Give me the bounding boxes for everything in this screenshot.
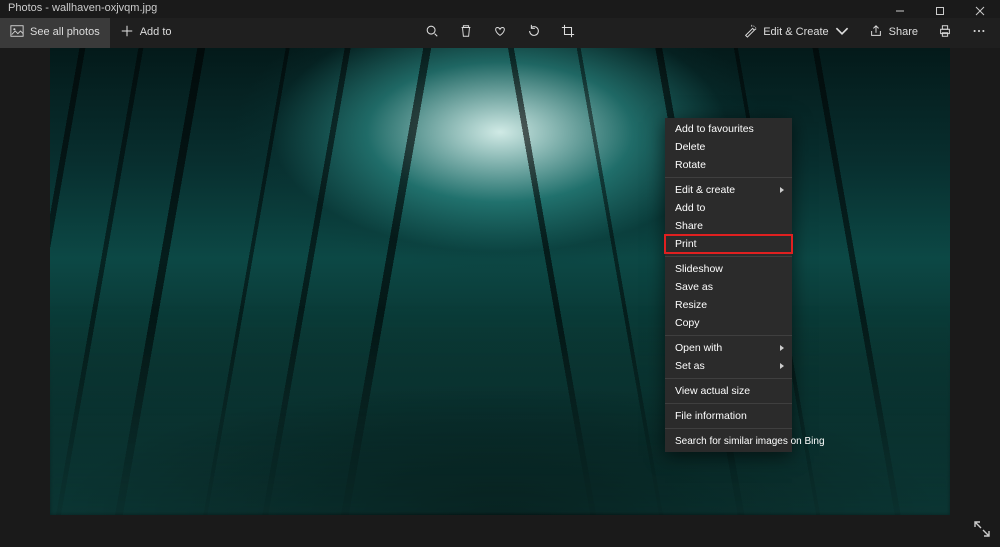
rotate-icon: [527, 24, 541, 41]
edit-create-button[interactable]: Edit & Create: [733, 16, 858, 48]
share-icon: [869, 24, 883, 41]
menu-slideshow[interactable]: Slideshow: [665, 260, 792, 278]
minimize-button[interactable]: [880, 2, 920, 20]
menu-separator: [665, 177, 792, 178]
print-button[interactable]: [928, 16, 962, 48]
magic-icon: [743, 24, 757, 41]
close-button[interactable]: [960, 2, 1000, 20]
see-all-photos-label: See all photos: [30, 26, 100, 38]
see-all-photos-button[interactable]: See all photos: [0, 16, 110, 48]
window-title: Photos - wallhaven-oxjvqm.jpg: [0, 2, 880, 14]
menu-view-actual-size[interactable]: View actual size: [665, 382, 792, 400]
chevron-down-icon: [835, 24, 849, 41]
menu-share[interactable]: Share: [665, 217, 792, 235]
menu-print[interactable]: Print: [665, 235, 792, 253]
plus-icon: [120, 24, 134, 41]
title-bar: Photos - wallhaven-oxjvqm.jpg: [0, 0, 1000, 18]
more-icon: [972, 24, 986, 41]
toolbar: See all photos Add to: [0, 16, 1000, 48]
share-button[interactable]: Share: [859, 16, 928, 48]
menu-resize[interactable]: Resize: [665, 296, 792, 314]
menu-set-as[interactable]: Set as: [665, 357, 792, 375]
menu-add-to[interactable]: Add to: [665, 199, 792, 217]
share-label: Share: [889, 26, 918, 38]
photo-fog: [50, 305, 950, 515]
menu-save-as[interactable]: Save as: [665, 278, 792, 296]
edit-create-label: Edit & Create: [763, 26, 828, 38]
window-controls: [880, 2, 1000, 20]
context-menu: Add to favourites Delete Rotate Edit & c…: [665, 118, 792, 452]
trash-icon: [459, 24, 473, 41]
menu-separator: [665, 335, 792, 336]
add-to-button[interactable]: Add to: [110, 16, 182, 48]
menu-edit-create[interactable]: Edit & create: [665, 181, 792, 199]
maximize-button[interactable]: [920, 2, 960, 20]
favourite-button[interactable]: [483, 16, 517, 48]
printer-icon: [938, 24, 952, 41]
heart-icon: [493, 24, 507, 41]
crop-button[interactable]: [551, 16, 585, 48]
menu-search-bing[interactable]: Search for similar images on Bing: [665, 432, 792, 450]
menu-copy[interactable]: Copy: [665, 314, 792, 332]
menu-delete[interactable]: Delete: [665, 138, 792, 156]
image-icon: [10, 24, 24, 41]
rotate-button[interactable]: [517, 16, 551, 48]
menu-separator: [665, 256, 792, 257]
fullscreen-button[interactable]: [972, 519, 992, 539]
menu-separator: [665, 428, 792, 429]
menu-open-with[interactable]: Open with: [665, 339, 792, 357]
delete-button[interactable]: [449, 16, 483, 48]
add-to-label: Add to: [140, 26, 172, 38]
crop-icon: [561, 24, 575, 41]
menu-rotate[interactable]: Rotate: [665, 156, 792, 174]
menu-separator: [665, 378, 792, 379]
zoom-button[interactable]: [415, 16, 449, 48]
menu-file-information[interactable]: File information: [665, 407, 792, 425]
magnifier-icon: [425, 24, 439, 41]
more-button[interactable]: [962, 16, 996, 48]
expand-icon: [972, 528, 992, 542]
menu-separator: [665, 403, 792, 404]
menu-add-to-favourites[interactable]: Add to favourites: [665, 120, 792, 138]
